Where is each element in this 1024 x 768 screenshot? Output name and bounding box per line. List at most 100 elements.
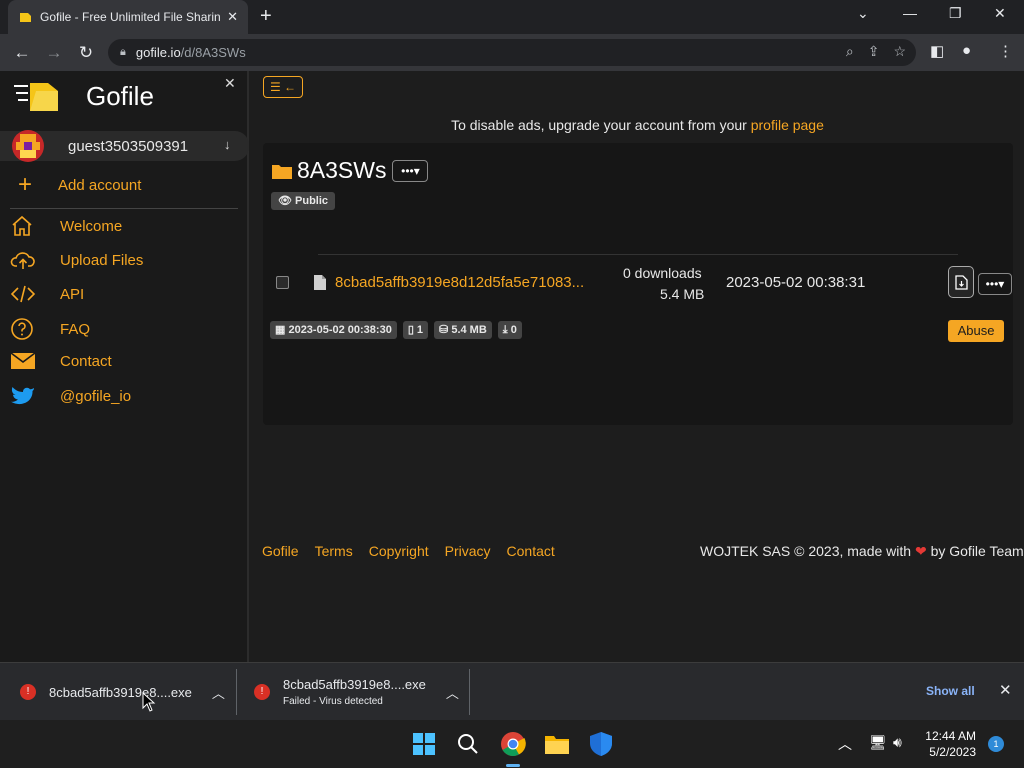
created-date-badge: ▦ 2023-05-02 00:38:30 [270,321,397,339]
account-name: guest3503509391 [68,137,189,155]
brand-logo[interactable]: Gofile [14,79,154,113]
sidebar-item-upload[interactable]: Upload Files [10,249,143,271]
close-shelf-icon[interactable]: ✕ [999,681,1012,699]
tray-chevron-up-icon[interactable]: ︿ [838,734,852,754]
avatar [12,130,44,162]
sidebar-item-label: @gofile_io [60,387,132,405]
toggle-sidebar-button[interactable]: ☰ ← [263,76,303,98]
browser-tab[interactable]: Gofile - Free Unlimited File Sharing ✕ [8,0,248,34]
security-shield-icon[interactable] [585,728,617,760]
volume-icon[interactable]: 🔊︎ [893,734,902,751]
gofile-logo-icon [14,83,58,111]
add-account-label: Add account [58,176,142,194]
download-item[interactable]: ! 8cbad5affb3919e8....exe ︿ [20,663,225,721]
footer-link-privacy[interactable]: Privacy [445,543,491,559]
footer-link-contact[interactable]: Contact [507,543,555,559]
lock-icon: 🔒︎ [120,46,126,58]
download-file-name: 8cbad5affb3919e8....exe [283,677,426,692]
network-icon[interactable]: 🖥︎ [869,734,887,751]
sidebar-item-welcome[interactable]: Welcome [10,215,122,237]
new-tab-button[interactable]: + [260,5,272,28]
taskbar: ︿ 🖥︎ 🔊︎ 12:44 AM 5/2/2023 1 [0,720,1024,768]
download-file-name: 8cbad5affb3919e8....exe [49,684,192,700]
visibility-badge: 👁︎ Public [271,192,336,210]
restore-icon[interactable]: ❐ [949,5,962,22]
file-icon [314,275,326,290]
add-account-button[interactable]: + Add account [18,171,141,199]
main-content: ☰ ← To disable ads, upgrade your account… [251,71,1024,662]
bookmark-star-icon[interactable]: ☆ [893,43,906,60]
search-icon[interactable] [452,728,484,760]
browser-tab-strip: Gofile - Free Unlimited File Sharing ✕ +… [0,0,1024,34]
account-arrow-down-icon[interactable]: ↓ [224,137,231,152]
forward-icon[interactable]: → [38,43,70,63]
folder-name: 8A3SWs [297,157,387,183]
footer-link-copyright[interactable]: Copyright [369,543,429,559]
url-text: gofile.io/d/8A3SWs [135,45,246,60]
windows-start-icon[interactable] [408,728,440,760]
file-download-icon [954,274,968,290]
profile-page-link[interactable]: profile page [751,117,824,133]
total-size-badge: ⛁ 5.4 MB [434,321,492,339]
download-file-button[interactable] [948,266,974,298]
download-status: Failed - Virus detected [283,696,383,707]
footer-link-gofile[interactable]: Gofile [262,543,299,559]
chrome-icon[interactable] [497,728,529,760]
sidebar-item-label: API [60,285,85,303]
address-bar[interactable]: 🔒︎ gofile.io/d/8A3SWs ⌕ ⇪ ☆ [108,39,916,66]
warning-icon: ! [254,684,270,700]
tab-close-icon[interactable]: ✕ [227,9,238,25]
download-count-badge: ⤓ 0 [497,321,522,339]
side-panel-icon[interactable]: ◧ [930,42,944,60]
show-all-button[interactable]: Show all [926,684,975,698]
files-icon: ▯ [407,324,417,336]
system-clock[interactable]: 12:44 AM 5/2/2023 [910,728,976,760]
cloud-upload-icon [10,249,60,271]
minimize-icon[interactable]: — [903,5,917,21]
file-date: 2023-05-02 00:38:31 [726,274,866,291]
close-window-icon[interactable]: ✕ [994,5,1006,22]
mouse-cursor-icon [142,692,156,712]
file-options-dropdown[interactable]: •••▾ [978,273,1012,295]
file-row: 8cbad5affb3919e8d12d5fa5e71083... 0 down… [263,255,1013,313]
eye-icon: 👁︎ [278,195,292,207]
browser-menu-icon[interactable]: ⋮ [998,42,1013,60]
folder-icon [272,164,292,179]
share-icon[interactable]: ⇪ [868,43,880,60]
file-checkbox[interactable] [276,276,289,289]
twitter-icon [10,385,60,407]
download-icon: ⤓ [502,324,511,336]
notification-badge[interactable]: 1 [988,736,1004,752]
back-icon[interactable]: ← [6,43,38,63]
home-icon [10,215,60,237]
download-item[interactable]: ! 8cbad5affb3919e8....exe Failed - Virus… [254,663,459,721]
brand-name: Gofile [86,80,154,111]
close-sidebar-icon[interactable]: ✕ [224,75,236,92]
folder-card: 8A3SWs •••▾ 👁︎ Public 8cbad5affb3919e8d1… [263,143,1013,425]
abuse-button[interactable]: Abuse [948,320,1004,342]
zoom-search-icon[interactable]: ⌕ [846,43,854,60]
footer-link-terms[interactable]: Terms [315,543,353,559]
folder-options-dropdown[interactable]: •••▾ [392,159,429,182]
warning-icon: ! [20,684,36,700]
sidebar-item-contact[interactable]: Contact [10,351,112,371]
sidebar-item-twitter[interactable]: @gofile_io [10,385,131,407]
reload-icon[interactable]: ↻ [70,43,102,63]
file-explorer-icon[interactable] [541,728,573,760]
file-name-link[interactable]: 8cbad5affb3919e8d12d5fa5e71083... [335,274,584,291]
file-size: 5.4 MB [660,286,705,302]
sidebar-item-api[interactable]: API [10,283,84,305]
calendar-icon: ▦ [275,324,289,336]
sidebar-item-label: FAQ [60,320,91,338]
gofile-favicon-icon [20,13,31,22]
sidebar-divider [10,208,238,209]
folder-info-tags: ▦ 2023-05-02 00:38:30 ▯ 1 ⛁ 5.4 MB ⤓ 0 [270,321,522,339]
sidebar-item-faq[interactable]: FAQ [10,317,90,341]
chevron-up-icon[interactable]: ︿ [446,683,459,702]
profile-icon[interactable]: ● [962,42,971,59]
tab-title: Gofile - Free Unlimited File Sharing [40,10,222,24]
chevron-up-icon[interactable]: ︿ [212,683,225,702]
account-selector[interactable]: guest3503509391 ↓ [0,130,249,162]
tab-search-icon[interactable]: ⌄ [857,5,869,22]
sidebar-item-label: Contact [60,352,112,370]
